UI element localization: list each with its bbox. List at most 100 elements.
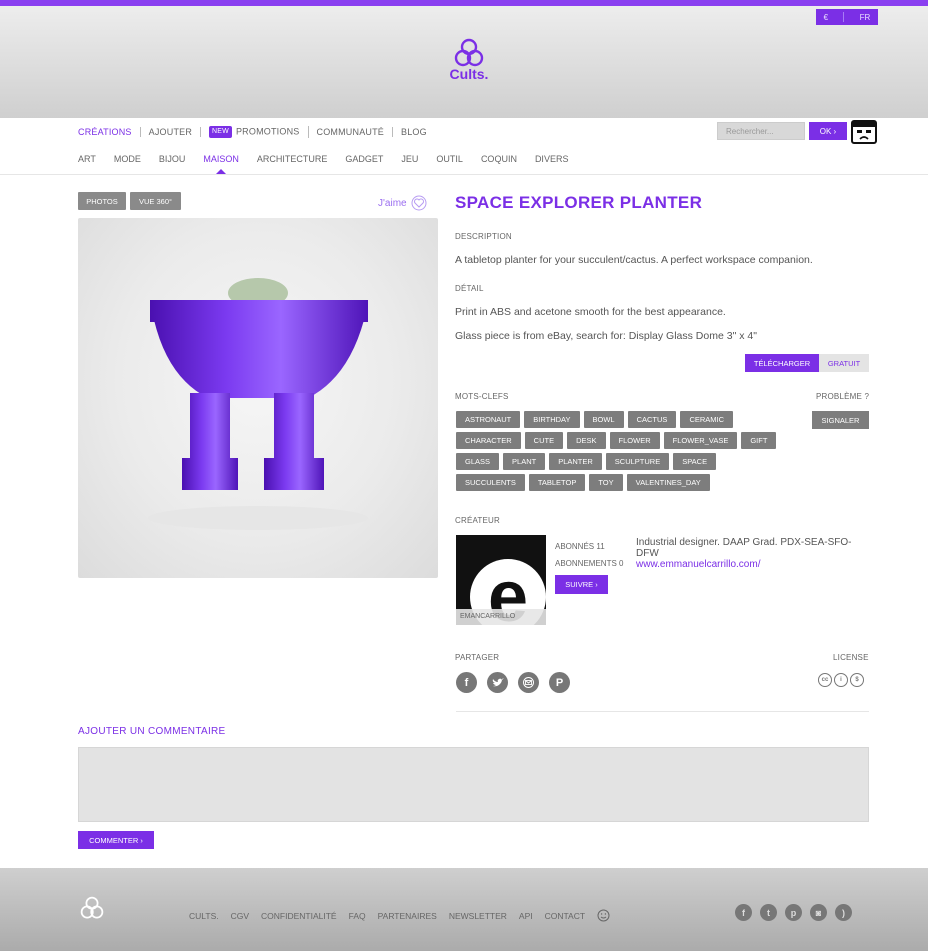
tag[interactable]: BOWL xyxy=(583,411,624,428)
detail-text-1: Print in ABS and acetone smooth for the … xyxy=(455,306,726,318)
creator-website-link[interactable]: www.emmanuelcarrillo.com/ xyxy=(636,559,856,570)
pinterest-icon[interactable]: P xyxy=(549,672,570,693)
tag[interactable]: PLANTER xyxy=(549,453,602,470)
footer-logo-icon[interactable] xyxy=(80,895,104,921)
user-avatar-icon[interactable] xyxy=(851,120,877,144)
tag[interactable]: GLASS xyxy=(456,453,500,470)
share-label: PARTAGER xyxy=(455,653,500,662)
divider xyxy=(843,12,845,22)
footer-link-contact[interactable]: CONTACT xyxy=(545,911,585,921)
pinterest-icon[interactable]: p xyxy=(785,904,802,921)
site-header: € FR Cults. xyxy=(0,6,928,118)
search-input[interactable]: Rechercher... xyxy=(717,122,805,140)
planter-image xyxy=(148,278,368,530)
description-label: DESCRIPTION xyxy=(455,232,512,241)
download-button[interactable]: TÉLÉCHARGER GRATUIT xyxy=(745,354,869,372)
tag[interactable]: GIFT xyxy=(741,432,777,449)
nav-ajouter[interactable]: AJOUTER xyxy=(141,127,202,137)
language-selector[interactable]: FR xyxy=(860,13,871,22)
instagram-icon[interactable]: ◙ xyxy=(810,904,827,921)
tag[interactable]: SUCCULENTS xyxy=(456,474,525,491)
tag[interactable]: ASTRONAUT xyxy=(456,411,521,428)
cults-logo-icon xyxy=(454,38,484,67)
creator-avatar[interactable]: e EMANCARRILLO xyxy=(456,535,546,625)
footer-link-faq[interactable]: FAQ xyxy=(349,911,366,921)
tag[interactable]: BIRTHDAY xyxy=(524,411,580,428)
tag[interactable]: CHARACTER xyxy=(456,432,521,449)
nav-creations[interactable]: CRÉATIONS xyxy=(78,127,141,137)
follow-button[interactable]: SUIVRE › xyxy=(555,575,608,594)
footer-link-newsletter[interactable]: NEWSLETTER xyxy=(449,911,507,921)
cults-logo[interactable]: Cults. xyxy=(444,38,494,98)
category-divers[interactable]: DIVERS xyxy=(535,154,569,164)
currency-selector[interactable]: € xyxy=(824,13,828,22)
view-360-button[interactable]: VUE 360° xyxy=(130,192,181,210)
tag[interactable]: FLOWER xyxy=(609,432,660,449)
nav-promotions[interactable]: NEW PROMOTIONS xyxy=(201,126,309,138)
comment-textarea[interactable] xyxy=(78,747,869,822)
cc-icon: cc xyxy=(818,673,832,687)
comment-title: AJOUTER UN COMMENTAIRE xyxy=(78,726,226,737)
license-label: LICENSE xyxy=(833,653,869,662)
facebook-icon[interactable]: f xyxy=(735,904,752,921)
tag[interactable]: SPACE xyxy=(673,453,717,470)
footer-link-confidentialite[interactable]: CONFIDENTIALITÉ xyxy=(261,911,337,921)
category-gadget[interactable]: GADGET xyxy=(345,154,383,164)
footer-link-partenaires[interactable]: PARTENAIRES xyxy=(378,911,437,921)
tag[interactable]: FLOWER_VASE xyxy=(663,432,738,449)
twitter-icon[interactable]: t xyxy=(760,904,777,921)
footer-link-cgv[interactable]: CGV xyxy=(231,911,249,921)
like-label: J'aime xyxy=(378,197,407,209)
nav-blog[interactable]: BLOG xyxy=(393,127,435,137)
category-coquin[interactable]: COQUIN xyxy=(481,154,517,164)
report-button[interactable]: SIGNALER xyxy=(812,411,869,429)
tag[interactable]: TABLETOP xyxy=(528,474,586,491)
nav-communaute[interactable]: COMMUNAUTÉ xyxy=(309,127,393,137)
email-icon[interactable] xyxy=(518,672,539,693)
tag[interactable]: PLANT xyxy=(503,453,546,470)
rss-icon[interactable]: ) xyxy=(835,904,852,921)
tag[interactable]: SCULPTURE xyxy=(605,453,670,470)
language-switcher[interactable]: € FR xyxy=(816,9,878,25)
category-art[interactable]: ART xyxy=(78,154,96,164)
category-architecture[interactable]: ARCHITECTURE xyxy=(257,154,328,164)
share-buttons: f P xyxy=(456,672,570,693)
detail-label: DÉTAIL xyxy=(455,284,484,293)
new-badge: NEW xyxy=(209,126,232,138)
creator-username: EMANCARRILLO xyxy=(456,609,546,625)
comment-submit-button[interactable]: COMMENTER › xyxy=(78,831,154,849)
footer-link-cults[interactable]: CULTS. xyxy=(189,911,219,921)
attribution-icon: i xyxy=(834,673,848,687)
category-mode[interactable]: MODE xyxy=(114,154,141,164)
category-maison[interactable]: MAISON xyxy=(203,154,239,174)
smiley-icon[interactable] xyxy=(597,909,610,922)
category-outil[interactable]: OUTIL xyxy=(436,154,463,164)
tag-list: ASTRONAUT BIRTHDAY BOWL CACTUS CERAMIC C… xyxy=(456,411,786,491)
photos-button[interactable]: PHOTOS xyxy=(78,192,126,210)
search-ok-button[interactable]: OK › xyxy=(809,122,847,140)
heart-icon xyxy=(411,195,427,211)
creator-label: CRÉATEUR xyxy=(455,516,501,525)
site-footer: CULTS. CGV CONFIDENTIALITÉ FAQ PARTENAIR… xyxy=(0,868,928,951)
tag[interactable]: TOY xyxy=(589,474,623,491)
nav-promotions-label: PROMOTIONS xyxy=(235,126,300,137)
twitter-icon[interactable] xyxy=(487,672,508,693)
license-icons[interactable]: cc i $ xyxy=(818,673,864,687)
logo-text: Cults. xyxy=(449,66,489,82)
tag[interactable]: CUTE xyxy=(524,432,564,449)
keywords-label: MOTS-CLEFS xyxy=(455,392,509,401)
product-photo[interactable] xyxy=(78,218,438,578)
tag[interactable]: DESK xyxy=(567,432,606,449)
facebook-icon[interactable]: f xyxy=(456,672,477,693)
tag[interactable]: CERAMIC xyxy=(680,411,734,428)
footer-link-api[interactable]: API xyxy=(519,911,533,921)
like-button[interactable]: J'aime xyxy=(378,195,427,211)
problem-label: PROBLÈME ? xyxy=(816,392,870,401)
section-divider xyxy=(456,711,869,712)
tag[interactable]: CACTUS xyxy=(627,411,677,428)
category-jeu[interactable]: JEU xyxy=(401,154,418,164)
noncommercial-icon: $ xyxy=(850,673,864,687)
tag[interactable]: VALENTINES_DAY xyxy=(626,474,710,491)
followers-count: ABONNÉS 11 xyxy=(555,542,605,551)
category-bijou[interactable]: BIJOU xyxy=(159,154,186,164)
